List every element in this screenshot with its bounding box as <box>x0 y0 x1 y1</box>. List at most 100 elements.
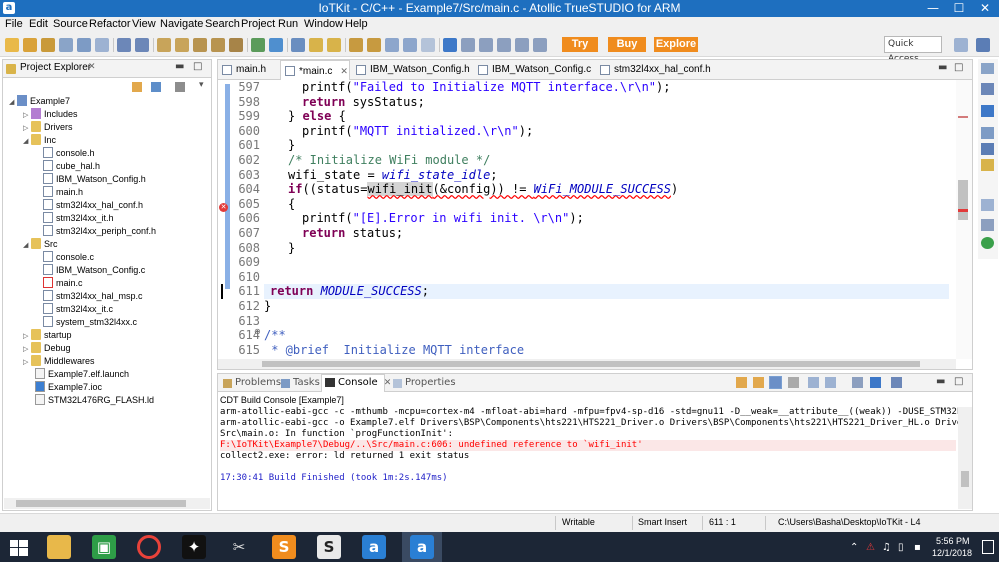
console-error-line[interactable]: F:\IoTKit\Example7\Debug/..\Src/main.c:6… <box>220 440 956 451</box>
external-tools-icon[interactable] <box>327 38 341 52</box>
tree-item-ibm-watson-config-h[interactable]: IBM_Watson_Config.h <box>43 173 146 186</box>
minimize-console-icon[interactable]: ▬ <box>936 376 945 387</box>
tab-console[interactable]: Console ✕ <box>321 374 391 392</box>
try-button[interactable]: Try <box>562 37 598 52</box>
next-error-icon[interactable] <box>736 377 747 388</box>
menu-refactor[interactable]: Refactor <box>89 18 131 30</box>
save-all-icon[interactable] <box>135 38 149 52</box>
build-targets-icon[interactable] <box>981 105 994 117</box>
tree-item-example7[interactable]: ◢ Example7 <box>9 95 70 108</box>
include-browser-icon[interactable] <box>981 127 994 139</box>
back-icon[interactable] <box>385 38 399 52</box>
console-output[interactable]: arm-atollic-eabi-gcc -c -mthumb -mcpu=co… <box>218 407 958 507</box>
sfrs-icon[interactable] <box>981 219 994 231</box>
menu-edit[interactable]: Edit <box>29 18 48 30</box>
close-tab-icon[interactable]: ✕ <box>340 66 348 76</box>
tree-item-src[interactable]: ◢ Src <box>23 238 58 251</box>
new-file-icon[interactable] <box>59 38 73 52</box>
word-wrap-icon[interactable] <box>825 377 836 388</box>
menu-project[interactable]: Project <box>241 18 275 30</box>
tree-item-console-c[interactable]: console.c <box>43 251 94 264</box>
tree-item-flash-ld[interactable]: STM32L476RG_FLASH.ld <box>35 394 154 407</box>
volume-icon[interactable]: ♫ <box>882 542 891 553</box>
restore-icon[interactable] <box>981 63 994 74</box>
tree-item-main-h[interactable]: main.h <box>43 186 83 199</box>
terminal-icon[interactable] <box>291 38 305 52</box>
store-icon[interactable]: ▣ <box>92 535 116 559</box>
open-perspective-icon[interactable] <box>954 38 968 52</box>
tree-item-ibm-watson-config-c[interactable]: IBM_Watson_Config.c <box>43 264 145 277</box>
expand-icon[interactable]: ◢ <box>23 135 31 148</box>
debug-icon[interactable] <box>251 38 265 52</box>
display-console-icon[interactable] <box>870 377 881 388</box>
notifications-icon[interactable] <box>982 540 994 554</box>
maximize-editor-icon[interactable]: □ <box>954 62 963 73</box>
quick-access-input[interactable]: Quick Access <box>884 36 942 64</box>
tree-item-ioc[interactable]: Example7.ioc <box>35 381 102 394</box>
swv-console-icon[interactable] <box>981 237 994 249</box>
close-button[interactable]: ✕ <box>972 0 998 17</box>
expand-icon[interactable]: ◢ <box>23 239 31 252</box>
tree-item-it-h[interactable]: stm32l4xx_it.h <box>43 212 114 225</box>
expand-icon[interactable]: ◢ <box>9 96 17 109</box>
wifi-icon[interactable]: ▪ <box>914 542 921 553</box>
tree-item-debug[interactable]: ▷ Debug <box>23 342 71 355</box>
view-menu-chevron-icon[interactable]: ▾ <box>199 80 204 90</box>
minimize-editor-icon[interactable]: ▬ <box>938 62 947 73</box>
tree-item-inc[interactable]: ◢ Inc <box>23 134 56 147</box>
build-icon[interactable] <box>157 38 171 52</box>
new-icon[interactable] <box>5 38 19 52</box>
new-header-icon[interactable] <box>95 38 109 52</box>
cpp-perspective-icon[interactable] <box>976 38 990 52</box>
menu-window[interactable]: Window <box>304 18 343 30</box>
tree-item-it-c[interactable]: stm32l4xx_it.c <box>43 303 113 316</box>
tab-problems[interactable]: Problems <box>221 375 281 391</box>
menu-help[interactable]: Help <box>345 18 368 30</box>
error-overview-marker[interactable] <box>958 209 968 212</box>
app-icon-s[interactable]: S <box>317 535 341 559</box>
build-config-icon[interactable] <box>229 38 243 52</box>
editor-horizontal-scrollbar[interactable] <box>218 359 956 369</box>
tray-chevron-icon[interactable]: ⌃ <box>850 542 858 553</box>
error-overview-marker[interactable] <box>958 116 968 118</box>
code-area[interactable]: printf("Failed to Initialize MQTT interf… <box>264 80 954 359</box>
taskbar-date[interactable]: 12/1/2018 <box>932 548 972 558</box>
clean-icon[interactable] <box>211 38 225 52</box>
expand-icon[interactable]: ▷ <box>23 356 31 369</box>
menu-navigate[interactable]: Navigate <box>160 18 203 30</box>
tree-item-console-h[interactable]: console.h <box>43 147 95 160</box>
open-console-icon[interactable] <box>891 377 902 388</box>
layout-icon[interactable] <box>479 38 493 52</box>
menu-run[interactable]: Run <box>278 18 298 30</box>
fold-icon[interactable]: ⊖ <box>254 327 261 336</box>
tab-tasks[interactable]: Tasks <box>279 375 320 391</box>
new-project-icon[interactable] <box>23 38 37 52</box>
tab-main-h[interactable]: main.h <box>218 60 278 80</box>
close-tab-icon[interactable]: ✕ <box>88 62 96 72</box>
tab-ibm-watson-config-c[interactable]: IBM_Watson_Config.c <box>474 60 594 80</box>
pin-console-icon[interactable] <box>852 377 863 388</box>
prev-annotation-icon[interactable] <box>367 38 381 52</box>
maximize-view-icon[interactable]: □ <box>193 61 202 72</box>
file-explorer-icon[interactable] <box>47 535 71 559</box>
console-vertical-scrollbar[interactable] <box>958 407 972 509</box>
tree-item-hal-conf-h[interactable]: stm32l4xx_hal_conf.h <box>43 199 143 212</box>
menu-view[interactable]: View <box>132 18 156 30</box>
tab-properties[interactable]: Properties <box>391 375 456 391</box>
scrollbar-thumb[interactable] <box>958 180 968 220</box>
next-annotation-icon[interactable] <box>349 38 363 52</box>
debug-config-icon[interactable] <box>269 38 283 52</box>
snipping-tool-icon[interactable]: ✂ <box>227 535 251 559</box>
scrollbar-thumb[interactable] <box>262 361 920 367</box>
tree-item-middlewares[interactable]: ▷ Middlewares <box>23 355 95 368</box>
menu-search[interactable]: Search <box>205 18 240 30</box>
status-insert-mode[interactable]: Smart Insert <box>638 517 687 527</box>
tools-icon[interactable] <box>981 159 994 171</box>
tree-item-cube-hal-h[interactable]: cube_hal.h <box>43 160 100 173</box>
tab-hal-conf-h[interactable]: stm32l4xx_hal_conf.h <box>596 60 726 80</box>
run-tools-icon[interactable] <box>309 38 323 52</box>
forward-icon[interactable] <box>403 38 417 52</box>
memory-icon[interactable] <box>515 38 529 52</box>
explorer-horizontal-scrollbar[interactable] <box>4 498 210 509</box>
truestudio-icon[interactable]: a <box>362 535 386 559</box>
